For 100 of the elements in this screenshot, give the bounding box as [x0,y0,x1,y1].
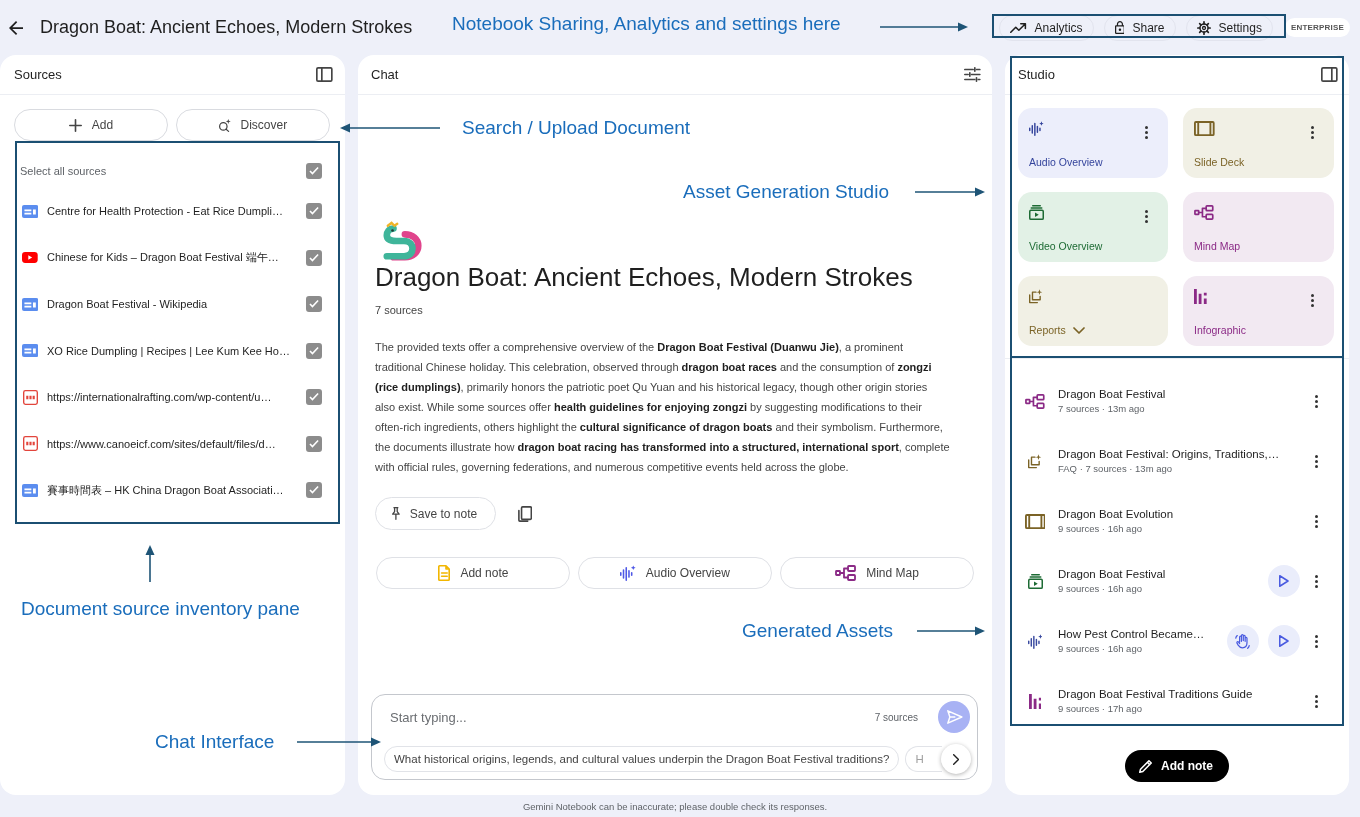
checkbox[interactable] [306,435,322,452]
more-vert-icon [1314,454,1318,468]
asset-meta: 9 sources · 17h ago [1058,703,1142,714]
source-title[interactable]: https://internationalrafting.com/wp-content/u… [47,391,300,404]
mind-map-icon [1194,205,1214,220]
audio-overview-button[interactable]: Audio Overview [578,557,772,589]
bar-chart-icon [1028,693,1042,709]
chat-settings-button[interactable] [962,65,983,84]
source-title[interactable]: 賽事時間表 – HK China Dragon Boat Associati… [47,482,300,498]
more-vert-icon [1310,125,1314,139]
checkbox[interactable] [306,163,322,179]
play-icon [1279,635,1289,647]
web-page-icon [21,204,39,218]
mind-map-button[interactable]: Mind Map [780,557,974,589]
more-vert-icon [1310,293,1314,307]
interactive-mode-button[interactable] [1227,625,1259,657]
studio-tool-card[interactable]: Infographic [1183,276,1334,346]
source-title[interactable]: Centre for Health Protection - Eat Rice Dumpli… [47,205,300,218]
source-title[interactable]: XO Rice Dumpling | Recipes | Lee Kum Kee Ho… [47,344,300,357]
asset-title[interactable]: Dragon Boat Festival [1058,388,1166,400]
checkbox[interactable] [306,249,322,266]
slides-icon [1194,121,1215,136]
chevron-right-icon [952,753,960,765]
save-to-note-button[interactable]: Save to note [375,497,497,530]
callout-label: Search / Upload Document [462,116,691,140]
disclaimer-text: Gemini Notebook can be inaccurate; please double check its responses. [522,800,828,812]
report-icon [1028,453,1042,469]
checkmark-icon [309,167,319,175]
send-icon [947,710,963,724]
source-count: 7 sources [375,303,423,317]
sidebar-icon [1321,67,1338,82]
asset-title[interactable]: Dragon Boat Evolution [1058,508,1174,520]
studio-tool-card[interactable]: Reports [1018,276,1168,346]
more-vert-icon [1314,634,1318,648]
studio-tool-card[interactable]: Video Overview [1018,192,1168,262]
mind-map-icon [1025,393,1045,409]
select-all-label: Select all sources [20,165,107,177]
checkmark-icon [309,486,319,495]
play-button[interactable] [1268,565,1300,597]
callout-label: Document source inventory pane [21,597,300,621]
pencil-icon [1139,759,1152,773]
checkbox[interactable] [306,342,322,359]
bar-chart-icon [1194,289,1207,304]
checkmark-icon [309,393,319,402]
discover-button[interactable]: Discover [176,109,330,141]
callout-arrow [915,187,985,197]
web-page-icon [21,483,39,497]
settings-icon [1196,20,1211,35]
play-button[interactable] [1268,625,1300,657]
callout-label: Generated Assets [742,619,894,643]
asset-meta: 9 sources · 16h ago [1058,523,1142,534]
copy-button[interactable] [516,503,535,524]
source-title[interactable]: Dragon Boat Festival - Wikipedia [47,298,300,311]
summary-text: The provided texts offer a comprehensive overview of the Dragon Boat Festival (Duanwu Jie), a prominent traditional Chinese holiday. This celebration, observed through dragon boat races and the consumption of zongzi (rice dumplings), primarily honors the patriotic poet Qu Yuan and his historical legacy, though other origin stories also exist. While some sources offer health guidelines for enjoying zongzi by suggesting modifications to their often-rich ingredients, others highlight the cultural significance of dragon boats and their symbolism. Furthermore, the documents illustrate how dragon boat racing has transformed into a structured, international sport, complete with official rules, governing federations, and numerous competitive events held across the globe. [375,340,950,475]
panel-title: Sources [14,67,62,82]
more-vert-icon [1144,125,1148,139]
checkmark-icon [309,439,319,448]
asset-title[interactable]: How Pest Control Became… [1058,628,1205,640]
checkbox[interactable] [306,389,322,406]
pin-icon [392,507,400,520]
waveform-icon [1029,121,1044,136]
studio-tool-card[interactable]: Audio Overview [1018,108,1168,178]
asset-meta: 9 sources · 16h ago [1058,643,1142,654]
video-icon [1027,573,1043,589]
sliders-icon [964,67,981,82]
play-icon [1279,575,1289,587]
callout-label: Asset Generation Studio [683,180,889,204]
add-note-button[interactable]: Add note [376,557,570,589]
checkbox[interactable] [306,482,322,499]
message-input[interactable]: Start typing... [390,706,875,728]
add-note-button[interactable]: Add note [1125,750,1229,782]
trending-up-icon [1009,22,1027,33]
asset-title[interactable]: Dragon Boat Festival Traditions Guide [1058,688,1253,700]
checkbox[interactable] [306,203,322,220]
plus-icon [68,118,82,132]
studio-tool-card[interactable]: Mind Map [1183,192,1334,262]
source-title[interactable]: https://www.canoeicf.com/sites/default/files/d… [47,437,300,450]
copy-icon [518,505,533,522]
suggestion-chip[interactable]: What historical origins, legends, and cultural values underpin the Dragon Boat Festival traditions? [384,746,900,772]
more-vert-icon [1314,394,1318,408]
checkmark-icon [309,300,319,309]
asset-meta: 7 sources · 13m ago [1058,403,1145,414]
collapse-panel-button[interactable] [314,65,335,84]
slides-icon [1024,513,1046,529]
source-title[interactable]: Chinese for Kids – Dragon Boat Festival 端午… [47,250,300,266]
asset-title[interactable]: Dragon Boat Festival [1058,568,1166,580]
note-icon [437,565,451,581]
studio-tool-card[interactable]: Slide Deck [1183,108,1334,178]
panel-title: Chat [371,67,399,82]
next-suggestions-button[interactable] [941,744,971,774]
checkbox[interactable] [306,296,322,313]
panel-title: Studio [1018,67,1055,82]
add-source-button[interactable]: Add [14,109,168,141]
collapse-panel-button[interactable] [1319,65,1340,84]
report-icon [1029,289,1043,304]
callout-label: Notebook Sharing, Analytics and settings here [452,12,841,36]
asset-title[interactable]: Dragon Boat Festival: Origins, Traditions,… [1058,448,1280,460]
lock-icon [1114,21,1125,34]
video-logo-icon [22,252,38,264]
dragon-icon [383,220,423,262]
